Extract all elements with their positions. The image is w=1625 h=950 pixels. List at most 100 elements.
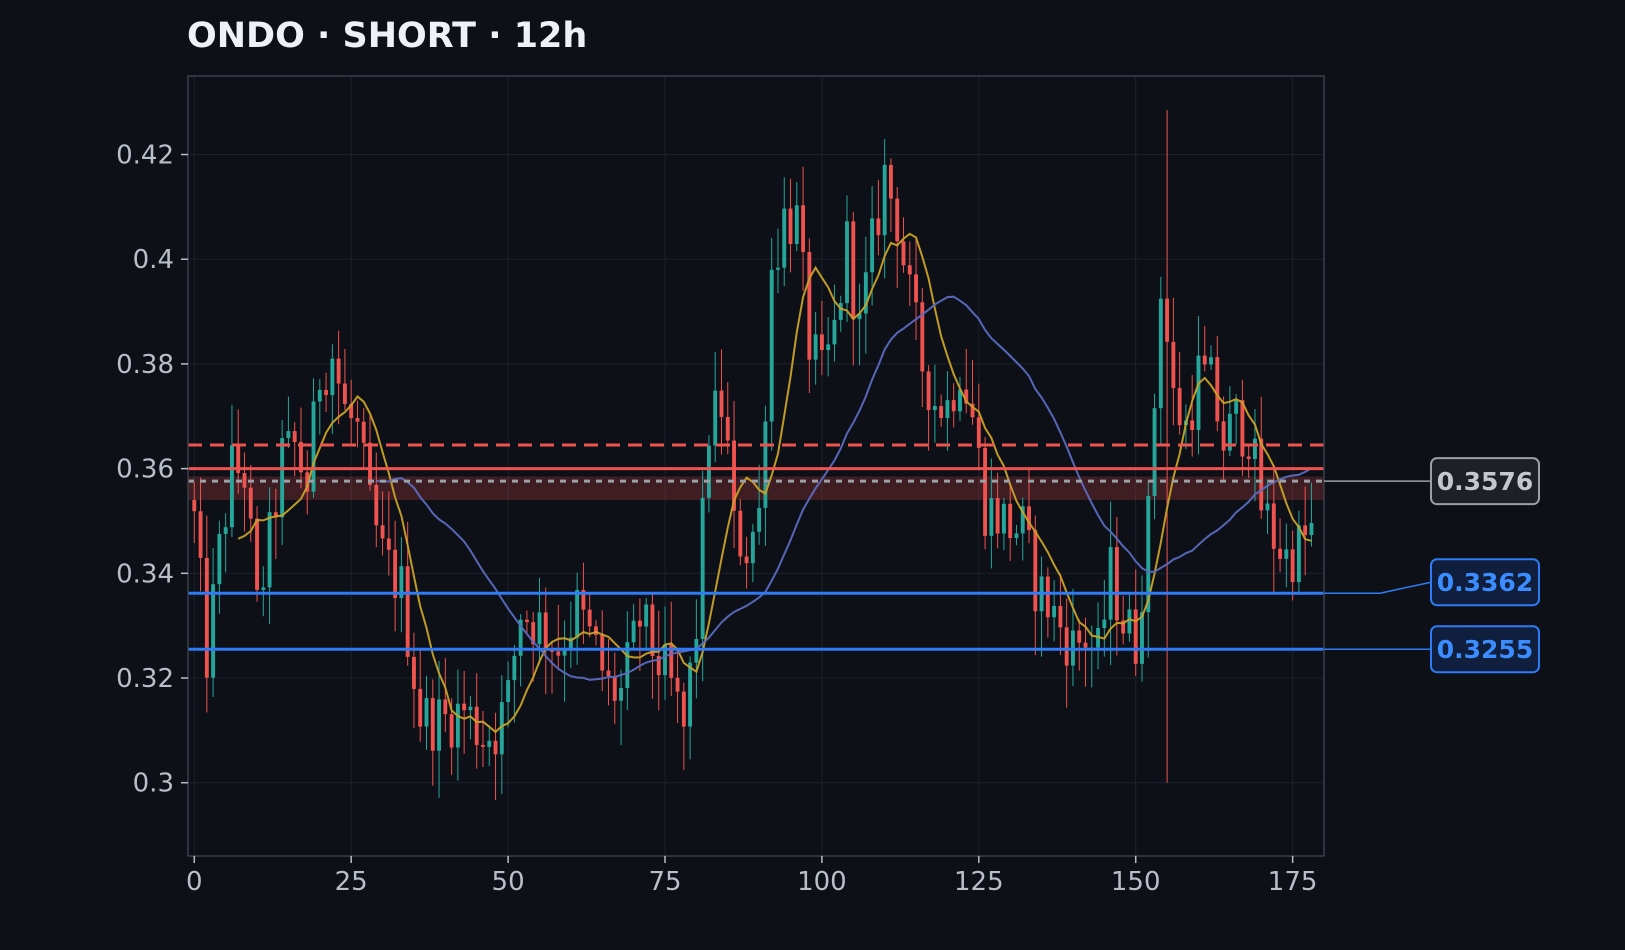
axes: 0 25 50 75 100 125 150 175 0.3 0.32 0.34 0.36 0.38 0.… <box>116 141 1317 897</box>
candle-body <box>769 269 774 422</box>
candle-body <box>198 511 203 558</box>
candle-body <box>750 531 755 564</box>
candles <box>192 110 1314 801</box>
candle-body <box>543 612 548 651</box>
y-tick-label: 0.34 <box>116 559 174 589</box>
candle-body <box>801 205 806 252</box>
y-tick-label: 0.38 <box>116 350 174 380</box>
candle-body <box>807 251 812 360</box>
candle-body <box>888 164 893 199</box>
candle-body <box>248 487 253 519</box>
candle-body <box>700 497 705 639</box>
candle-body <box>324 389 329 395</box>
candle-body <box>612 676 617 701</box>
candle-body <box>487 740 492 747</box>
candle-body <box>876 218 881 236</box>
candle-body <box>1259 438 1264 511</box>
candle-body <box>204 557 209 678</box>
candle-body <box>280 438 285 518</box>
candle-body <box>336 358 341 384</box>
candle-body <box>1077 630 1082 643</box>
candle-body <box>355 418 360 422</box>
candle-body <box>242 473 247 488</box>
candle-body <box>411 656 416 689</box>
candle-body <box>606 670 611 677</box>
candle-body <box>537 612 542 645</box>
candle-body <box>1209 357 1213 365</box>
candle-body <box>1246 456 1251 459</box>
candle-body <box>1196 355 1201 431</box>
candle-body <box>1278 548 1283 559</box>
candle-body <box>493 740 498 755</box>
candle-body <box>393 549 398 599</box>
candle-body <box>1284 549 1289 559</box>
candle-body <box>895 198 900 242</box>
candle-body <box>1064 627 1069 666</box>
candle-body <box>512 655 517 681</box>
candle-body <box>1171 341 1176 389</box>
x-tick-label: 75 <box>648 867 681 897</box>
y-tick-label: 0.42 <box>116 141 174 171</box>
y-tick-label: 0.3 <box>133 769 174 799</box>
candle-body <box>1133 609 1138 664</box>
candle-body <box>914 274 918 303</box>
candle-body <box>1033 530 1038 612</box>
candle-body <box>587 609 592 627</box>
candle-body <box>311 401 316 492</box>
candle-body <box>832 319 837 345</box>
candle-body <box>782 208 787 268</box>
candle-body <box>575 589 580 638</box>
badge-label-gray: 0.3576 <box>1437 467 1533 496</box>
candle-body <box>1083 642 1088 648</box>
candle-body <box>1271 503 1276 549</box>
candle-body <box>1234 400 1239 414</box>
candle-body <box>1127 609 1132 634</box>
candle-body <box>932 405 937 411</box>
candle-body <box>713 390 718 446</box>
candle-body <box>951 400 956 412</box>
candle-body <box>556 651 561 656</box>
candle-body <box>989 498 994 536</box>
candle-body <box>286 431 291 439</box>
candle-body <box>600 634 605 671</box>
candle-body <box>1045 576 1050 618</box>
candle-body <box>211 584 216 678</box>
candle-body <box>776 267 780 270</box>
candle-body <box>882 164 887 236</box>
candle-body <box>342 383 347 404</box>
candle-body <box>1240 400 1245 457</box>
candle-body <box>474 706 479 745</box>
candle-body <box>481 744 485 747</box>
candle-body <box>217 533 222 585</box>
candle-body <box>644 604 649 627</box>
candle-body <box>1114 547 1119 621</box>
candle-body <box>405 566 410 657</box>
candle-body <box>1102 619 1107 628</box>
x-tick-label: 125 <box>954 867 1004 897</box>
candle-body <box>223 527 228 534</box>
candle-body <box>380 525 385 539</box>
candle-body <box>926 371 931 411</box>
badge-label-blue1: 0.3362 <box>1437 568 1533 597</box>
badge-leader-blue1 <box>1324 581 1432 594</box>
y-tick-label: 0.32 <box>116 664 174 694</box>
candle-body <box>524 619 529 623</box>
candle-body <box>788 208 793 244</box>
candle-body <box>330 358 335 395</box>
candle-body <box>1108 547 1113 620</box>
candle-body <box>763 421 768 508</box>
level-badges: 0.3576 0.3362 0.3255 <box>1324 457 1540 674</box>
candle-body <box>1303 525 1308 536</box>
candle-body <box>292 431 297 443</box>
candle-body <box>976 417 981 448</box>
candlestick-chart: 0 25 50 75 100 125 150 175 0.3 0.32 0.34 0.36 0.38 0.… <box>116 75 1540 897</box>
candle-body <box>1158 298 1163 409</box>
candle-body <box>1058 605 1063 628</box>
candle-body <box>1296 525 1301 583</box>
candle-body <box>851 221 856 320</box>
candle-body <box>361 421 366 443</box>
candle-body <box>675 677 680 692</box>
x-tick-label: 150 <box>1111 867 1161 897</box>
candle-body <box>317 389 322 402</box>
candle-body <box>983 447 988 536</box>
